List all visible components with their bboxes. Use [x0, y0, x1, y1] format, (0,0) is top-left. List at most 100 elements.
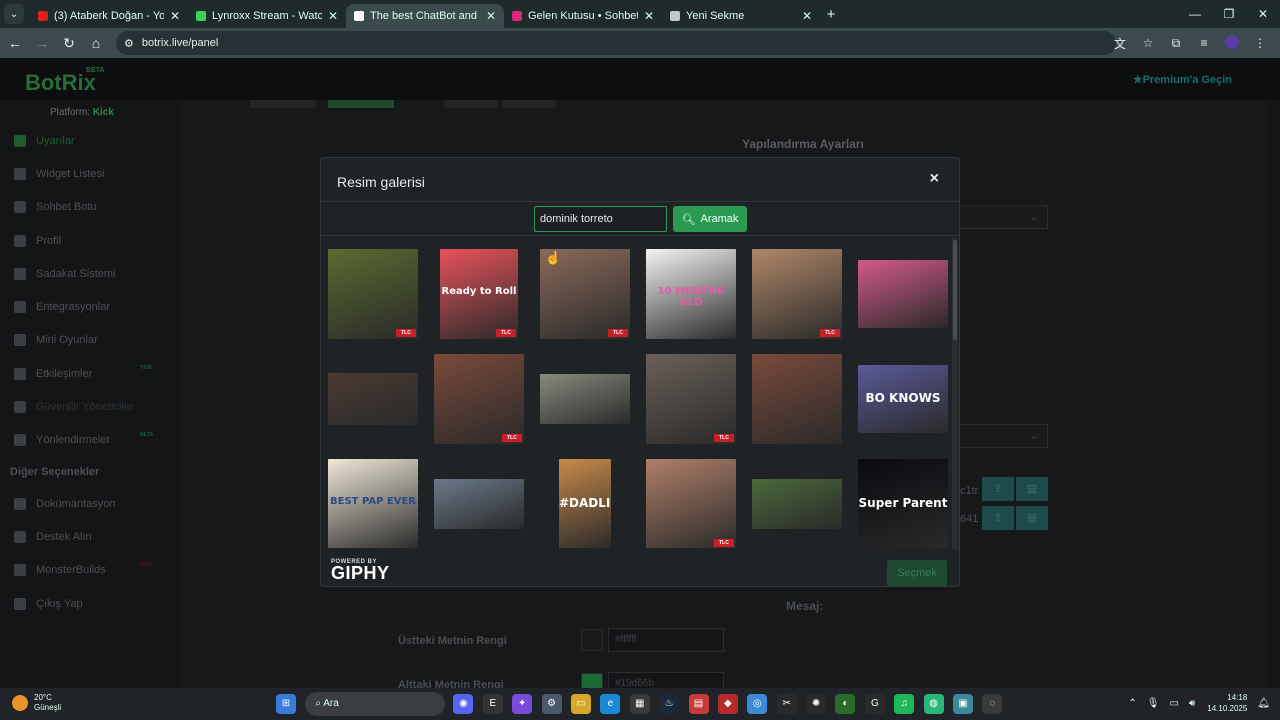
translate-icon[interactable]: 文 [1106, 35, 1134, 52]
forward-icon[interactable]: → [30, 35, 54, 51]
top-color-swatch[interactable] [581, 629, 603, 651]
browser-tab[interactable]: The best ChatBot and Widgets ✕ [346, 4, 504, 28]
settings-icon[interactable]: ⚙ [541, 694, 562, 714]
tab-close-icon[interactable]: ✕ [486, 9, 496, 23]
upload-icon[interactable]: ⇪ [982, 477, 1014, 501]
maximize-icon[interactable]: ❐ [1212, 0, 1246, 28]
app-g-icon[interactable]: G [864, 694, 885, 714]
gif-thumbnail[interactable] [858, 260, 948, 328]
gif-thumbnail[interactable]: TLC [752, 249, 842, 339]
bookmark-star-icon[interactable]: ☆ [1134, 36, 1162, 50]
clock[interactable]: 14:18 14.10.2025 [1207, 692, 1247, 714]
folder-icon[interactable]: ▭ [570, 694, 591, 714]
minimize-icon[interactable]: — [1178, 0, 1212, 28]
sidebar-item[interactable]: Dokümantasyon [0, 487, 168, 520]
gallery-icon[interactable]: ▤ [1016, 506, 1048, 530]
gif-thumbnail[interactable] [328, 373, 418, 425]
home-icon[interactable]: ⌂ [84, 35, 108, 51]
app-icon[interactable]: ▤ [688, 694, 709, 714]
gallery-icon[interactable]: ▤ [1016, 477, 1048, 501]
tab-close-icon[interactable]: ✕ [644, 9, 654, 23]
game-icon[interactable]: ◆ [717, 694, 738, 714]
copilot-icon[interactable]: ✦ [512, 694, 533, 714]
sidebar-item[interactable]: Yönlendirmeler BETA [0, 424, 168, 457]
sidebar-item[interactable]: Mini Oyunlar [0, 324, 168, 357]
volume-icon[interactable]: 🔊︎ [1189, 698, 1195, 709]
tab-active[interactable] [328, 100, 394, 108]
taskbar-search[interactable]: ⌕ Ara [305, 692, 446, 716]
config-select-2[interactable]: ⌄ [958, 424, 1048, 448]
upload-icon[interactable]: ⇪ [982, 506, 1014, 530]
gif-thumbnail[interactable] [752, 354, 842, 444]
top-color-input[interactable]: #ffffff [608, 628, 724, 652]
media-icon[interactable]: ≡ [1190, 36, 1218, 50]
gif-thumbnail[interactable]: TLC [434, 354, 524, 444]
gif-thumbnail[interactable]: TLC [646, 459, 736, 548]
sidebar-item[interactable]: Profil [0, 224, 168, 257]
mic-icon[interactable]: 🎙︎ [1147, 698, 1160, 709]
sidebar-item[interactable]: Sohbet Botu [0, 191, 168, 224]
gif-thumbnail[interactable]: TLC [646, 354, 736, 444]
sidebar-item[interactable]: MonsterBuilds PAID [0, 554, 168, 587]
monitor-app-icon[interactable]: ▣ [953, 694, 974, 714]
browser-tab[interactable]: Lynroxx Stream - Watch Live on ✕ [188, 4, 346, 28]
edge-icon[interactable]: e [600, 694, 621, 714]
start-icon[interactable]: ⊞ [276, 694, 296, 714]
tab-close-icon[interactable]: ✕ [802, 9, 812, 23]
tray-chevron-icon[interactable]: ⌃ [1128, 698, 1136, 709]
tab-close-icon[interactable]: ✕ [170, 9, 180, 23]
nvidia-icon[interactable]: ◐ [835, 694, 856, 714]
capcut-icon[interactable]: ✂ [776, 694, 797, 714]
gif-thumbnail[interactable]: 10 MONTHS OLD [646, 249, 736, 339]
tab-search-icon[interactable]: ⌄ [4, 4, 24, 24]
sidebar-item[interactable]: Etkileşimler YENİ [0, 357, 168, 390]
premium-link[interactable]: ★Premium'a Geçin [1133, 73, 1232, 86]
sidebar-item[interactable]: Destek Alın [0, 520, 168, 553]
whatsapp-icon[interactable]: ◍ [923, 694, 944, 714]
reload-icon[interactable]: ↻ [57, 35, 81, 52]
profile-avatar[interactable] [1218, 34, 1246, 52]
discord-icon[interactable]: ◉ [453, 694, 474, 714]
gif-thumbnail[interactable] [752, 479, 842, 529]
tab-1[interactable] [250, 100, 316, 108]
tab-4[interactable] [502, 100, 556, 108]
spotify-icon[interactable]: ♫ [894, 694, 915, 714]
gallery-scrollbar[interactable] [952, 238, 958, 550]
config-select-1[interactable]: ⌄ [958, 205, 1048, 229]
sidebar-item[interactable]: Güvenilir Yöneticiler [0, 390, 168, 423]
select-button[interactable]: Seçmek [887, 560, 947, 586]
gif-thumbnail[interactable] [434, 479, 524, 529]
browser-tab[interactable]: (3) Ataberk Doğan - YouTube ✕ [30, 4, 188, 28]
gif-thumbnail[interactable]: Ready to Roll TLC [440, 249, 518, 339]
sidebar-item[interactable]: Sadakat Sistemi [0, 257, 168, 290]
tab-close-icon[interactable]: ✕ [328, 9, 338, 23]
browser-tab[interactable]: Gelen Kutusu • Sohbetler ✕ [504, 4, 662, 28]
site-info-icon[interactable]: ⚙ [124, 37, 134, 50]
close-icon[interactable]: × [930, 170, 939, 188]
chatgpt-icon[interactable]: ✺ [806, 694, 827, 714]
gif-thumbnail[interactable] [540, 374, 630, 424]
tab-3[interactable] [444, 100, 498, 108]
sidebar-item[interactable]: Uyarılar [0, 124, 168, 157]
gif-thumbnail[interactable]: BO KNOWS [858, 365, 948, 433]
chrome-icon[interactable]: ◎ [747, 694, 768, 714]
gif-thumbnail[interactable]: Super Parent [858, 459, 948, 548]
new-tab-button[interactable]: + [820, 6, 842, 23]
sidebar-item[interactable]: Çıkış Yap [0, 587, 168, 620]
menu-dots-icon[interactable]: ⋮ [1246, 36, 1274, 50]
store-icon[interactable]: ▦ [629, 694, 650, 714]
weather-widget[interactable]: 20°C Güneşli [12, 693, 61, 713]
sidebar-item[interactable]: Widget Listesi [0, 157, 168, 190]
steam-icon[interactable]: ♨ [659, 694, 680, 714]
bottom-color-swatch[interactable] [581, 673, 603, 688]
notifications-icon[interactable]: 🔔︎ [1257, 698, 1270, 709]
sidebar-item[interactable]: Entegrasyonlar [0, 290, 168, 323]
url-input[interactable]: ⚙ botrix.live/panel [116, 31, 1116, 55]
browser-tab[interactable]: Yeni Sekme ✕ [662, 4, 820, 28]
gif-thumbnail[interactable]: BEST PAP EVER [328, 459, 418, 548]
extensions-icon[interactable]: ⧉ [1162, 36, 1190, 51]
extra-app-icon[interactable]: ◌ [982, 694, 1003, 714]
bottom-color-input[interactable]: #19d66b [608, 672, 724, 688]
search-button[interactable]: 🔍︎ Aramak [673, 206, 747, 232]
search-input[interactable]: dominik torreto [534, 206, 667, 232]
